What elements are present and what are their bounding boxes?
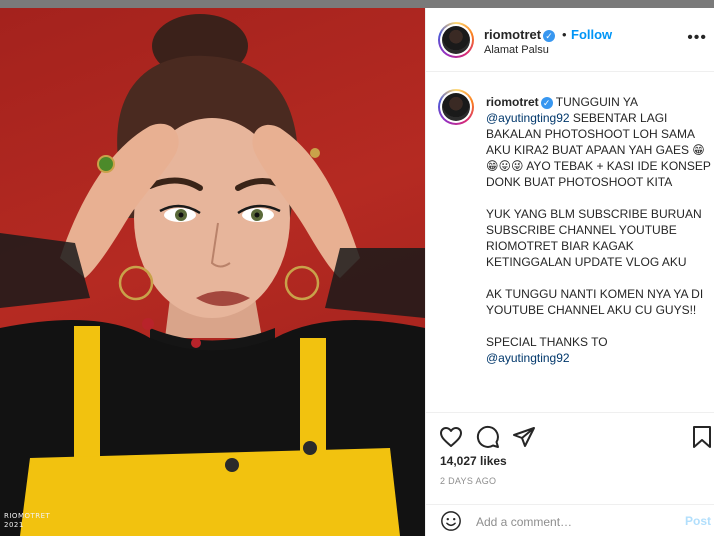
- caption-username[interactable]: riomotret: [486, 95, 539, 109]
- comment-bubble-icon[interactable]: [476, 425, 500, 449]
- post-header: riomotret ✓ • Follow Alamat Palsu •••: [426, 8, 714, 72]
- heart-icon[interactable]: [439, 425, 463, 449]
- post-side-panel: riomotret ✓ • Follow Alamat Palsu ••• rio…: [425, 8, 714, 536]
- paper-plane-icon[interactable]: [512, 425, 536, 449]
- header-separator: •: [562, 27, 567, 42]
- post-comment-button[interactable]: Post: [685, 514, 711, 528]
- author-username[interactable]: riomotret ✓: [484, 27, 556, 42]
- post-location[interactable]: Alamat Palsu: [484, 44, 549, 56]
- post-actions: [426, 412, 714, 460]
- verified-badge-icon: ✓: [543, 30, 556, 42]
- verified-badge-icon: ✓: [540, 97, 553, 109]
- caption-part2: SEBENTAR LAGI BAKALAN PHOTOSHOOT LOH SAM…: [486, 111, 711, 349]
- smiley-icon[interactable]: [440, 510, 462, 532]
- more-options-icon[interactable]: •••: [687, 30, 707, 46]
- likes-count[interactable]: 14,027 likes: [440, 454, 507, 468]
- comment-bar: Post: [426, 504, 714, 536]
- post-photo[interactable]: RIOMOTRET 2021: [0, 8, 425, 536]
- photo-watermark: RIOMOTRET 2021: [4, 512, 51, 529]
- caption-mention[interactable]: @ayutingting92: [486, 111, 570, 125]
- browser-top-strip: [0, 0, 714, 8]
- caption-text: riomotret ✓ TUNGGUIN YA @ayutingting92 SE…: [486, 94, 711, 366]
- post-caption: riomotret ✓ TUNGGUIN YA @ayutingting92 SE…: [426, 72, 714, 412]
- caption-part1: TUNGGUIN YA: [555, 95, 639, 109]
- caption-avatar[interactable]: [438, 89, 474, 125]
- author-avatar[interactable]: [438, 22, 474, 58]
- caption-mention-2[interactable]: @ayutingting92: [486, 351, 570, 365]
- follow-button[interactable]: Follow: [571, 27, 612, 42]
- portrait-illustration: [0, 14, 425, 536]
- post-timestamp[interactable]: 2 DAYS AGO: [440, 476, 496, 486]
- comment-input[interactable]: [476, 513, 666, 531]
- bookmark-icon[interactable]: [690, 425, 714, 449]
